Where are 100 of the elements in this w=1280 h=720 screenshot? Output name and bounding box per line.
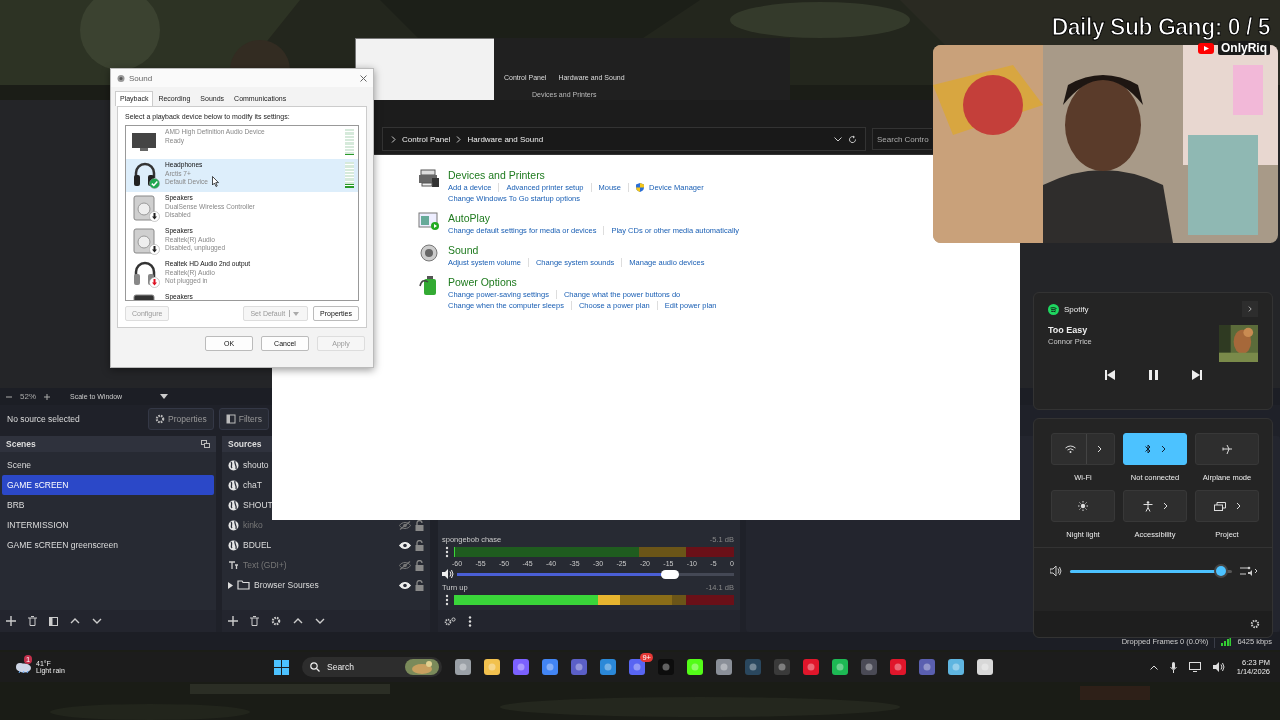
start-icon[interactable] bbox=[274, 659, 289, 675]
dock-title: Scenes bbox=[6, 439, 36, 449]
wifi-icon[interactable] bbox=[1064, 445, 1076, 453]
address-bar[interactable]: Control Panel Hardware and Sound bbox=[382, 127, 866, 151]
airplane-icon[interactable] bbox=[1221, 443, 1233, 455]
volume-icon[interactable] bbox=[1212, 662, 1225, 672]
caret-icon[interactable] bbox=[1149, 664, 1158, 670]
network-icon[interactable] bbox=[1188, 662, 1201, 672]
scene-item[interactable]: GAME sCREEN greenscreen bbox=[2, 535, 214, 555]
app-icon[interactable] bbox=[774, 659, 790, 675]
zoom-in-button[interactable] bbox=[44, 393, 50, 400]
accessibility-icon[interactable] bbox=[1142, 500, 1153, 512]
quick-setting-toggle[interactable] bbox=[1195, 433, 1259, 465]
refresh-icon[interactable] bbox=[848, 134, 857, 144]
chevron-icon bbox=[456, 135, 462, 143]
chevron-icon[interactable] bbox=[1160, 445, 1166, 453]
speaker-box-icon bbox=[133, 195, 157, 221]
trash-icon[interactable] bbox=[28, 616, 37, 626]
search-box[interactable]: Search bbox=[302, 657, 442, 677]
next-icon[interactable] bbox=[1191, 370, 1202, 380]
source-name[interactable]: BDUEL bbox=[243, 540, 272, 550]
app-icon[interactable] bbox=[658, 659, 674, 675]
arrow-badge-icon bbox=[149, 211, 160, 222]
globe-icon bbox=[228, 459, 239, 471]
filter-icon bbox=[225, 413, 236, 424]
undock-icon[interactable] bbox=[201, 440, 210, 448]
settings-icon[interactable] bbox=[271, 616, 281, 626]
quick-setting-toggle[interactable] bbox=[1051, 433, 1115, 465]
scene-item[interactable]: BRB bbox=[2, 495, 214, 515]
gears-icon[interactable] bbox=[444, 616, 456, 626]
dock-title: Sources bbox=[228, 439, 262, 449]
volume-slider[interactable] bbox=[457, 572, 734, 576]
check-badge-icon bbox=[149, 178, 160, 189]
quick-setting-toggle[interactable] bbox=[1195, 490, 1259, 522]
weather-icon[interactable] bbox=[14, 660, 32, 674]
app-icon[interactable] bbox=[803, 659, 819, 675]
autoplay-icon bbox=[418, 212, 440, 230]
expand-arrow-icon[interactable] bbox=[228, 581, 233, 589]
app-icon[interactable] bbox=[948, 659, 964, 675]
app-icon[interactable] bbox=[716, 659, 732, 675]
microphone-icon[interactable] bbox=[1169, 661, 1177, 673]
category-link[interactable]: Devices and Printers bbox=[448, 169, 704, 181]
app-icon[interactable] bbox=[513, 659, 529, 675]
slider-handle[interactable] bbox=[1215, 565, 1226, 576]
music-app-icon bbox=[1048, 303, 1059, 315]
bluetooth-icon[interactable] bbox=[1144, 444, 1151, 454]
pause-icon[interactable] bbox=[1148, 370, 1158, 380]
category-link[interactable]: AutoPlay bbox=[448, 212, 739, 224]
settings-icon[interactable] bbox=[1250, 619, 1260, 629]
arrow-badge-icon bbox=[149, 244, 160, 255]
speaker-icon[interactable] bbox=[1050, 566, 1062, 576]
more-icon[interactable] bbox=[468, 615, 472, 627]
app-icon[interactable] bbox=[600, 659, 616, 675]
audio-output-icon[interactable] bbox=[1240, 566, 1258, 576]
app-icon[interactable] bbox=[919, 659, 935, 675]
app-icon[interactable] bbox=[629, 659, 645, 675]
shield-icon bbox=[636, 183, 645, 192]
add-icon[interactable] bbox=[228, 616, 238, 626]
app-icon[interactable] bbox=[745, 659, 761, 675]
scene-item[interactable]: GAME sCREEN bbox=[2, 475, 214, 495]
toolbar-button[interactable]: Properties bbox=[148, 407, 214, 430]
previous-icon[interactable] bbox=[1104, 370, 1115, 380]
category-link[interactable]: Power Options bbox=[448, 276, 717, 288]
dropdown-icon[interactable] bbox=[834, 136, 842, 142]
app-icon[interactable] bbox=[542, 659, 558, 675]
mouse-cursor-icon bbox=[212, 176, 219, 187]
slider-handle[interactable] bbox=[661, 569, 680, 579]
toolbar-button[interactable]: Filters bbox=[218, 407, 269, 430]
trash-icon[interactable] bbox=[250, 616, 259, 626]
speaker-icon[interactable] bbox=[442, 569, 454, 579]
app-icon[interactable] bbox=[571, 659, 587, 675]
quick-setting-toggle[interactable] bbox=[1051, 490, 1115, 522]
globe-icon bbox=[228, 479, 239, 491]
caret-icon[interactable] bbox=[160, 394, 169, 399]
app-icon[interactable] bbox=[890, 659, 906, 675]
sun-icon[interactable] bbox=[1078, 501, 1088, 511]
search-icon[interactable] bbox=[310, 662, 320, 672]
breadcrumb-item[interactable]: Hardware and Sound bbox=[467, 134, 544, 144]
breadcrumb-item[interactable]: Control Panel bbox=[402, 134, 451, 144]
search-field[interactable]: Search Contro bbox=[872, 128, 932, 150]
screens-icon[interactable] bbox=[1213, 501, 1226, 511]
zoom-out-button[interactable] bbox=[6, 393, 12, 400]
source-name[interactable]: chaT bbox=[243, 480, 262, 490]
quick-setting-toggle[interactable] bbox=[1123, 490, 1187, 522]
scene-item[interactable]: Scene bbox=[2, 455, 214, 475]
app-icon[interactable] bbox=[455, 659, 471, 675]
search-field[interactable]: Search bbox=[325, 661, 400, 673]
app-icon[interactable] bbox=[832, 659, 848, 675]
add-icon[interactable] bbox=[6, 616, 16, 626]
scene-item[interactable]: INTERMISSION bbox=[2, 515, 214, 535]
folder-icon bbox=[237, 580, 250, 590]
category-link[interactable]: Sound bbox=[448, 244, 705, 256]
source-name[interactable]: SHOUT bbox=[243, 500, 273, 510]
quick-setting-toggle[interactable] bbox=[1123, 433, 1187, 465]
source-name[interactable]: Browser Sourses bbox=[254, 580, 319, 590]
source-name[interactable]: shouto bbox=[243, 460, 269, 470]
filter-icon[interactable] bbox=[49, 616, 58, 626]
app-icon[interactable] bbox=[861, 659, 877, 675]
lock-icon[interactable] bbox=[415, 519, 424, 531]
monitor-icon bbox=[132, 133, 158, 151]
